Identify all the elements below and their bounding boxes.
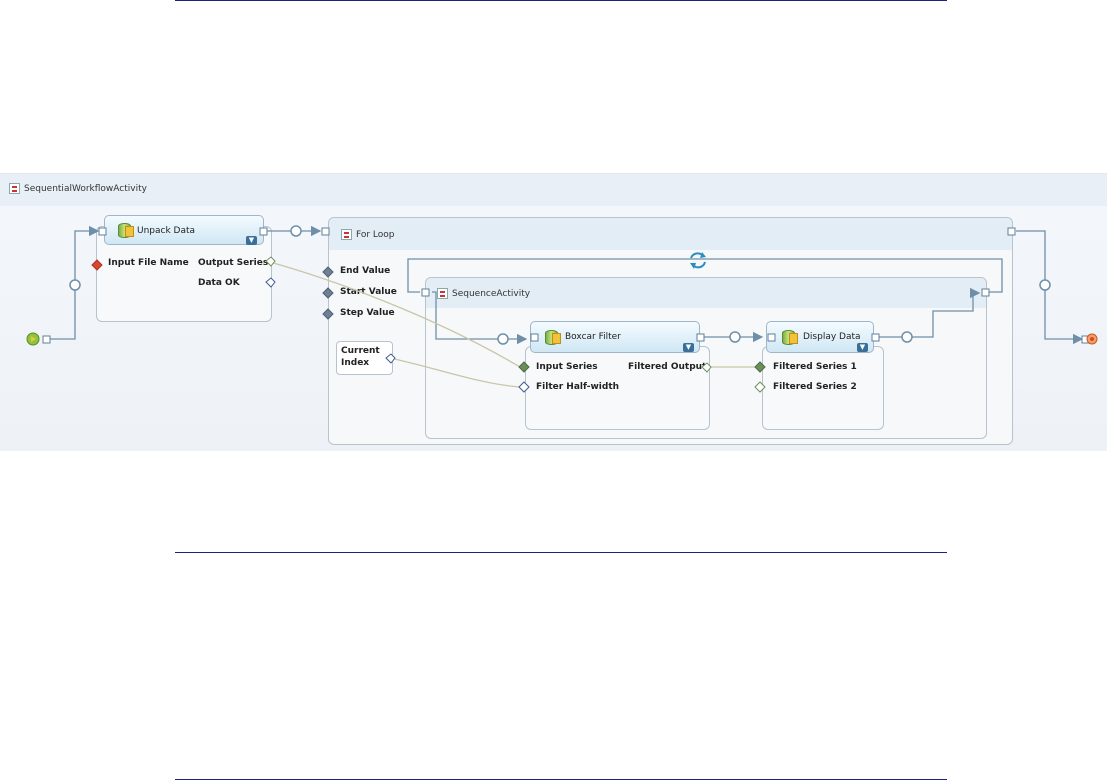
middle-rule xyxy=(175,552,947,553)
workflow-wires xyxy=(26,225,1098,393)
connector-circle xyxy=(901,331,913,343)
connector-circle xyxy=(497,333,509,345)
connector-circle xyxy=(69,279,81,291)
data-wire-series xyxy=(269,261,521,368)
workflow-canvas: SequentialWorkflowActivity For Loop Sequ… xyxy=(0,173,1107,451)
top-rule xyxy=(175,0,947,1)
connector-circle xyxy=(729,331,741,343)
connector-circle xyxy=(290,225,302,237)
data-wire-index xyxy=(389,357,521,388)
wire-display-to-exit xyxy=(878,287,981,338)
connector-circle xyxy=(1039,279,1051,291)
wire-seq-to-boxcar xyxy=(432,291,528,345)
bottom-rule xyxy=(175,779,947,780)
